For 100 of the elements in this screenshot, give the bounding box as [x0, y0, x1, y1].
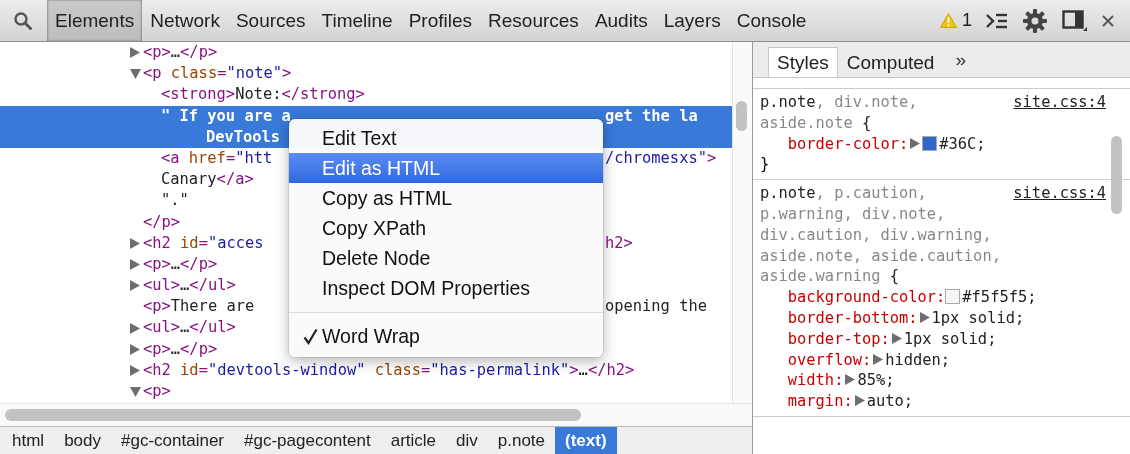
menu-item[interactable]: Delete Node: [289, 243, 603, 273]
caret-right-icon[interactable]: [854, 395, 865, 407]
code-line[interactable]: <p>…</p>: [143, 253, 218, 276]
source-link[interactable]: site.css:4: [1013, 183, 1106, 204]
closing-brace: }: [760, 154, 771, 176]
code-line[interactable]: </p>: [143, 211, 181, 233]
menu-item-label: Copy XPath: [322, 216, 427, 240]
css-selector: p.note, div.note, aside.note {: [760, 92, 919, 134]
caret-right-icon[interactable]: [910, 137, 921, 149]
code-line[interactable]: opening the: [605, 297, 707, 316]
code-line[interactable]: <h2 id="acces: [143, 232, 264, 254]
menu-item-label: Inspect DOM Properties: [322, 276, 531, 300]
caret-right-icon[interactable]: [919, 311, 930, 323]
breadcrumb[interactable]: html: [2, 427, 55, 454]
code-line[interactable]: <ul>…</ul>: [143, 317, 236, 339]
css-selector: p.note, p.caution, p.warning, div.note, div.caution, div.warning, aside.note, aside.caution, aside.warning {: [760, 183, 1002, 288]
menu-item[interactable]: Edit as HTML: [289, 153, 603, 183]
search-icon[interactable]: [13, 10, 33, 31]
sidebar-tab[interactable]: Computed: [837, 47, 944, 77]
code-line[interactable]: <h2 id="devtools-window" class="has-permalink">…</h2>: [143, 359, 635, 381]
code-line[interactable]: get the la: [605, 106, 698, 125]
panel-tab[interactable]: Profiles: [400, 0, 481, 41]
property-value: auto;: [866, 392, 913, 411]
menu-item-label: Delete Node: [322, 246, 431, 270]
code-line[interactable]: <p class="note">: [143, 63, 292, 85]
code-line[interactable]: /chromesxs">: [605, 148, 717, 167]
property-value: 1px solid;: [931, 308, 1025, 327]
caret-right-icon[interactable]: [130, 364, 140, 376]
caret-right-icon[interactable]: [130, 280, 140, 292]
menu-item[interactable]: Copy XPath: [289, 213, 603, 243]
property-name: overflow:: [787, 350, 872, 369]
panel-tab[interactable]: Elements: [47, 0, 143, 41]
code-line[interactable]: h2>: [605, 233, 633, 252]
code-line[interactable]: <strong>Note:</strong>: [161, 84, 365, 106]
caret-right-icon[interactable]: [130, 322, 140, 334]
scrollbar-thumb[interactable]: [5, 409, 581, 421]
code-line[interactable]: <p>: [143, 381, 171, 403]
breadcrumb[interactable]: (text): [555, 427, 617, 454]
caret-right-icon[interactable]: [130, 258, 140, 270]
caret-down-icon[interactable]: [130, 386, 141, 397]
menu-item-label: Edit as HTML: [322, 156, 441, 180]
code-line[interactable]: Canary</a>: [161, 169, 254, 191]
property-value: #f5f5f5;: [962, 288, 1037, 307]
source-link[interactable]: site.css:4: [1013, 92, 1106, 113]
close-icon[interactable]: [1102, 14, 1114, 27]
panel-tab[interactable]: Audits: [586, 0, 656, 41]
property-name: border-bottom:: [787, 308, 918, 327]
code-line[interactable]: <ul>…</ul>: [143, 275, 236, 297]
menu-item[interactable]: Copy as HTML: [289, 183, 603, 213]
breadcrumb[interactable]: article: [380, 427, 447, 454]
menu-item-label: Word Wrap: [322, 324, 420, 348]
panel-tab[interactable]: Timeline: [313, 0, 401, 41]
property-name: margin:: [787, 392, 853, 411]
breadcrumb[interactable]: div: [446, 427, 488, 454]
scrollbar-thumb[interactable]: [1111, 136, 1122, 214]
more-tabs-chevron[interactable]: »: [955, 48, 966, 71]
color-swatch[interactable]: [945, 289, 961, 305]
caret-right-icon[interactable]: [130, 47, 140, 59]
menu-item[interactable]: Edit Text: [289, 123, 603, 153]
breadcrumb[interactable]: #gc-container: [111, 427, 234, 454]
dock-icon[interactable]: [1062, 9, 1088, 32]
code-line[interactable]: <p>…</p>: [143, 338, 218, 360]
panel-tab[interactable]: Network: [142, 0, 228, 41]
panel-tab[interactable]: Resources: [480, 0, 587, 41]
panel-tab[interactable]: Console: [728, 0, 815, 41]
property-value: 85%;: [857, 371, 895, 390]
menu-item[interactable]: Inspect DOM Properties: [289, 273, 603, 303]
code-line[interactable]: DevTools: [206, 126, 281, 148]
property-value: 1px solid;: [903, 329, 997, 348]
property-value: #36C;: [939, 134, 986, 153]
property-name: border-top:: [787, 329, 890, 348]
property-value: hidden;: [885, 350, 951, 369]
breadcrumb[interactable]: p.note: [487, 427, 556, 454]
code-line[interactable]: " If you are a: [161, 105, 291, 127]
warning-count[interactable]: 1: [962, 10, 972, 31]
caret-right-icon[interactable]: [130, 237, 140, 249]
caret-right-icon[interactable]: [891, 332, 902, 344]
caret-down-icon[interactable]: [130, 68, 141, 79]
property-name: width:: [787, 371, 844, 390]
code-line[interactable]: <p>There are: [143, 296, 255, 318]
caret-right-icon[interactable]: [130, 343, 140, 355]
settings-icon[interactable]: [1022, 7, 1048, 34]
breadcrumb[interactable]: body: [54, 427, 111, 454]
color-swatch[interactable]: [922, 135, 938, 151]
property-name: border-color:: [787, 134, 909, 153]
menu-item-label: Copy as HTML: [322, 186, 453, 210]
code-line[interactable]: <p>…</p>: [143, 42, 218, 64]
menu-item[interactable]: Word Wrap: [289, 321, 603, 351]
breadcrumb[interactable]: #gc-pagecontent: [234, 427, 381, 454]
panel-tab[interactable]: Layers: [655, 0, 729, 41]
panel-tab[interactable]: Sources: [227, 0, 314, 41]
menu-item-label: Edit Text: [322, 126, 397, 150]
code-line[interactable]: ".": [161, 190, 189, 212]
property-name: background-color:: [787, 288, 946, 307]
scrollbar-thumb[interactable]: [736, 101, 748, 131]
console-drawer-icon[interactable]: [986, 11, 1008, 30]
caret-right-icon[interactable]: [873, 353, 884, 365]
code-line[interactable]: <a href="htt: [161, 147, 273, 170]
sidebar-tab[interactable]: Styles: [768, 47, 838, 77]
caret-right-icon[interactable]: [845, 374, 856, 386]
